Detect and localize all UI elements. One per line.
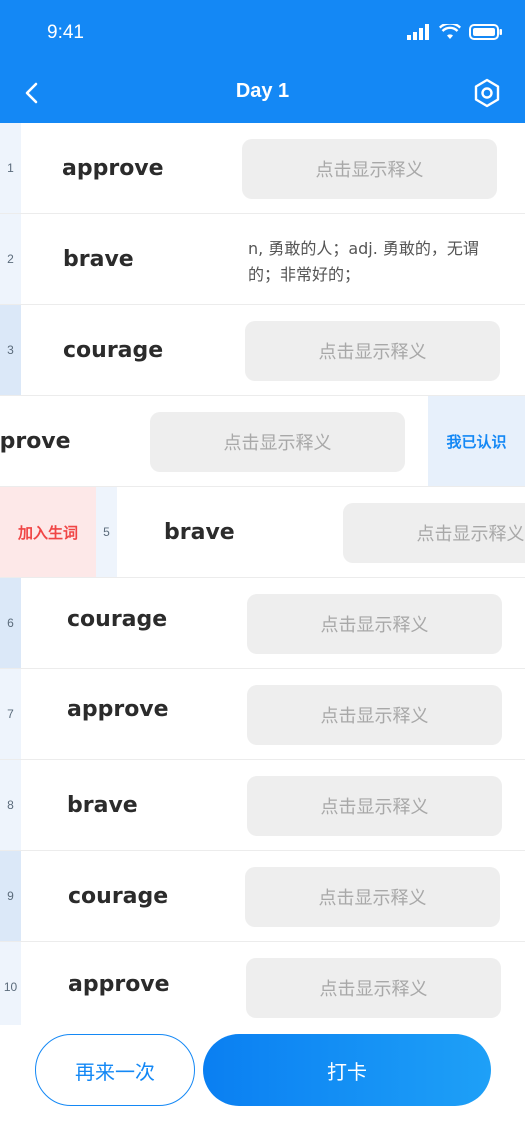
footer-actions: 再来一次 打卡 [0,1025,525,1136]
word-text: brave [67,792,138,818]
show-meaning-button[interactable]: 点击显示释义 [246,958,501,1018]
word-text: brave [63,246,134,272]
show-meaning-button[interactable]: 点击显示释义 [150,412,405,472]
word-text: approve [62,155,164,181]
status-icons [407,24,503,40]
hexagon-gear-icon [474,78,500,108]
retry-button[interactable]: 再来一次 [35,1034,195,1106]
wifi-icon [439,24,461,39]
header-bar: 9:41 Day 1 [0,0,525,123]
word-text: brave [164,519,235,545]
show-meaning-button[interactable]: 点击显示释义 [247,685,502,745]
show-meaning-button[interactable]: 点击显示释义 [343,503,525,563]
row-index: 3 [0,305,21,395]
row-index: 7 [0,669,21,759]
word-text: approve [67,696,169,722]
settings-button[interactable] [471,77,503,109]
add-new-word-button[interactable]: 加入生词 [0,487,96,577]
row-index: 10 [0,942,21,1025]
word-text: courage [63,337,164,363]
list-item[interactable]: 6 courage 点击显示释义 [0,578,525,669]
meaning-text: n, 勇敢的人；adj. 勇敢的，无谓的；非常好的； [248,239,479,284]
list-item[interactable]: 7 approve 点击显示释义 [0,669,525,760]
mark-known-button[interactable]: 我已认识 [428,396,525,486]
show-meaning-button[interactable]: 点击显示释义 [245,321,500,381]
row-index: 2 [0,214,21,304]
status-time: 9:41 [47,22,84,43]
checkin-button[interactable]: 打卡 [203,1034,491,1106]
row-index: 5 [96,487,117,577]
show-meaning-button[interactable]: 点击显示释义 [247,776,502,836]
word-text: courage [67,606,168,632]
battery-icon [469,24,502,40]
word-text: approve [68,971,170,997]
show-meaning-button[interactable]: 点击显示释义 [247,594,502,654]
row-index: 9 [0,851,21,941]
row-index: 6 [0,578,21,668]
row-index: 1 [0,123,21,213]
list-item[interactable]: 1 approve 点击显示释义 [0,123,525,214]
word-text: courage [68,883,169,909]
signal-icon [407,24,429,40]
list-item[interactable]: 2 brave n, 勇敢的人；adj. 勇敢的，无谓的；非常好的； [0,214,525,305]
list-item[interactable]: 10 approve 点击显示释义 [0,942,525,1025]
row-index: 8 [0,760,21,850]
show-meaning-button[interactable]: 点击显示释义 [245,867,500,927]
list-item[interactable]: 8 brave 点击显示释义 [0,760,525,851]
list-item-swiped[interactable]: approve 点击显示释义 我已认识 [0,396,525,487]
show-meaning-button[interactable]: 点击显示释义 [242,139,497,199]
word-text: approve [0,428,71,454]
list-item[interactable]: 9 courage 点击显示释义 [0,851,525,942]
list-item-swiped[interactable]: 加入生词 5 brave 点击显示释义 [0,487,525,578]
list-item[interactable]: 3 courage 点击显示释义 [0,305,525,396]
word-list: 1 approve 点击显示释义 2 brave n, 勇敢的人；adj. 勇敢… [0,123,525,1025]
page-title: Day 1 [235,80,290,102]
